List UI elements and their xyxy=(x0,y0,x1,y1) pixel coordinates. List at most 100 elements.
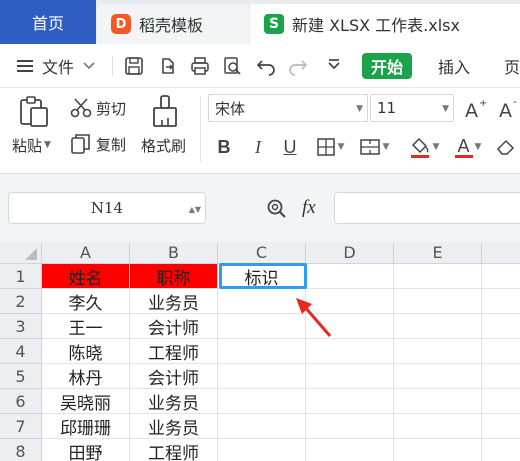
tab-insert[interactable]: 插入 xyxy=(438,44,470,88)
cell-a5[interactable]: 林丹 xyxy=(42,364,130,389)
chevron-down-icon: ▼ xyxy=(442,104,449,114)
cell-a6[interactable]: 吴晓丽 xyxy=(42,389,130,414)
font-size-select[interactable]: 11 ▼ xyxy=(370,94,454,122)
format-painter-label: 格式刷 xyxy=(141,136,187,155)
cell-d1[interactable] xyxy=(306,264,394,289)
chevron-down-icon: ▲▼ xyxy=(188,205,201,214)
font-color-label: A xyxy=(457,135,470,156)
column-header-c[interactable]: C xyxy=(218,242,306,264)
cell-b2[interactable]: 业务员 xyxy=(130,289,218,314)
formula-input[interactable] xyxy=(334,192,520,224)
column-header-e[interactable]: E xyxy=(394,242,482,264)
cut-label: 剪切 xyxy=(96,99,127,118)
cell-a4[interactable]: 陈晓 xyxy=(42,339,130,364)
export-icon[interactable] xyxy=(158,56,178,76)
file-menu-button[interactable]: 文件 xyxy=(16,44,96,88)
tab-start[interactable]: 开始 xyxy=(362,53,412,79)
undo-icon[interactable] xyxy=(256,56,276,76)
borders-button[interactable]: ▼ xyxy=(312,134,348,160)
row-header[interactable]: 2 xyxy=(0,289,42,314)
italic-button[interactable]: I xyxy=(246,134,270,160)
ribbon: 粘贴 ▼ 剪切 复制 格式刷 宋体 ▼ 11 ▼ A + A - B I U ▼… xyxy=(0,88,520,174)
row-header[interactable]: 3 xyxy=(0,314,42,339)
decrease-font-size-icon[interactable]: A- xyxy=(498,95,520,124)
cell-a2[interactable]: 李久 xyxy=(42,289,130,314)
column-header-b[interactable]: B xyxy=(130,242,218,264)
cell-a8[interactable]: 田野 xyxy=(42,439,130,461)
increase-font-size-icon[interactable]: A + xyxy=(464,96,488,124)
row-label: 1 xyxy=(15,266,26,286)
annotation-arrow-icon xyxy=(296,298,332,337)
format-painter-icon[interactable] xyxy=(150,94,180,132)
cell-a3[interactable]: 王一 xyxy=(42,314,130,339)
save-icon[interactable] xyxy=(124,56,144,76)
cell-b6[interactable]: 业务员 xyxy=(130,389,218,414)
font-name-select[interactable]: 宋体 ▼ xyxy=(208,94,368,122)
cell-b8[interactable]: 工程师 xyxy=(130,439,218,461)
cell-b1[interactable]: 职称 xyxy=(130,264,218,289)
select-all-corner[interactable] xyxy=(0,242,42,264)
tab-start-label: 开始 xyxy=(370,58,403,77)
row-header[interactable]: 1 xyxy=(0,264,42,289)
cell-b3[interactable]: 会计师 xyxy=(130,314,218,339)
row-header[interactable]: 4 xyxy=(0,339,42,364)
cut-button[interactable]: 剪切 xyxy=(70,96,126,120)
column-header-d[interactable]: D xyxy=(306,242,394,264)
bold-button[interactable]: B xyxy=(212,134,236,160)
svg-text:A: A xyxy=(465,100,478,120)
cell-e1[interactable] xyxy=(394,264,482,289)
chevron-down-icon: ▼ xyxy=(432,142,440,152)
scissors-icon xyxy=(70,98,92,118)
row-header[interactable]: 5 xyxy=(0,364,42,389)
copy-icon xyxy=(71,134,90,154)
clear-format-button[interactable] xyxy=(494,134,518,160)
print-preview-icon[interactable] xyxy=(222,56,242,76)
tab-page-layout[interactable]: 页 xyxy=(504,44,520,88)
file-menu-label: 文件 xyxy=(42,58,75,77)
format-painter-button[interactable]: 格式刷 xyxy=(141,134,186,156)
tab-page-layout-label: 页 xyxy=(504,58,520,77)
copy-label: 复制 xyxy=(96,135,127,154)
tab-file[interactable]: S 新建 XLSX 工作表.xlsx xyxy=(250,4,520,44)
paste-button[interactable]: 粘贴 ▼ xyxy=(12,134,51,156)
column-header-f[interactable] xyxy=(482,242,520,264)
paste-dropdown-icon: ▼ xyxy=(44,140,51,150)
tab-home-label: 首页 xyxy=(31,14,64,33)
divider xyxy=(200,96,201,162)
cell-a7[interactable]: 邱珊珊 xyxy=(42,414,130,439)
fill-color-button[interactable]: ▼ xyxy=(404,134,444,160)
cell-b4[interactable]: 工程师 xyxy=(130,339,218,364)
cell-f1[interactable] xyxy=(482,264,520,289)
cell-selection-highlight xyxy=(219,263,307,289)
copy-button[interactable]: 复制 xyxy=(70,132,126,156)
cell-b7[interactable]: 业务员 xyxy=(130,414,218,439)
cell-b5[interactable]: 会计师 xyxy=(130,364,218,389)
font-color-button[interactable]: A ▼ xyxy=(448,134,488,160)
redo-icon[interactable] xyxy=(288,56,308,76)
tab-templates-label: 稻壳模板 xyxy=(139,16,204,35)
name-box[interactable]: N14 ▲▼ xyxy=(8,192,206,224)
paste-icon[interactable] xyxy=(16,94,50,132)
zoom-search-icon[interactable] xyxy=(266,198,288,224)
row-header[interactable]: 6 xyxy=(0,389,42,414)
font-color-swatch xyxy=(454,154,473,158)
svg-text:-: - xyxy=(513,96,517,108)
eraser-icon xyxy=(496,139,515,155)
cell-a1[interactable]: 姓名 xyxy=(42,264,130,289)
tab-home[interactable]: 首页 xyxy=(0,0,96,44)
row-label: 6 xyxy=(15,391,26,411)
spreadsheet-logo-icon: S xyxy=(264,14,284,34)
print-icon[interactable] xyxy=(190,56,210,76)
tab-file-label: 新建 XLSX 工作表.xlsx xyxy=(292,16,460,35)
underline-button[interactable]: U xyxy=(278,134,302,160)
column-label: D xyxy=(343,243,356,262)
row-header[interactable]: 8 xyxy=(0,439,42,461)
merge-cells-button[interactable]: ▼ xyxy=(356,134,392,160)
column-header-a[interactable]: A xyxy=(42,242,130,264)
row-label: 7 xyxy=(15,416,26,436)
row-header[interactable]: 7 xyxy=(0,414,42,439)
tab-templates[interactable]: D 稻壳模板 xyxy=(97,4,249,44)
more-dropdown-icon[interactable] xyxy=(324,56,344,76)
row-label: 2 xyxy=(15,291,26,311)
insert-function-button[interactable]: fx xyxy=(302,196,316,220)
